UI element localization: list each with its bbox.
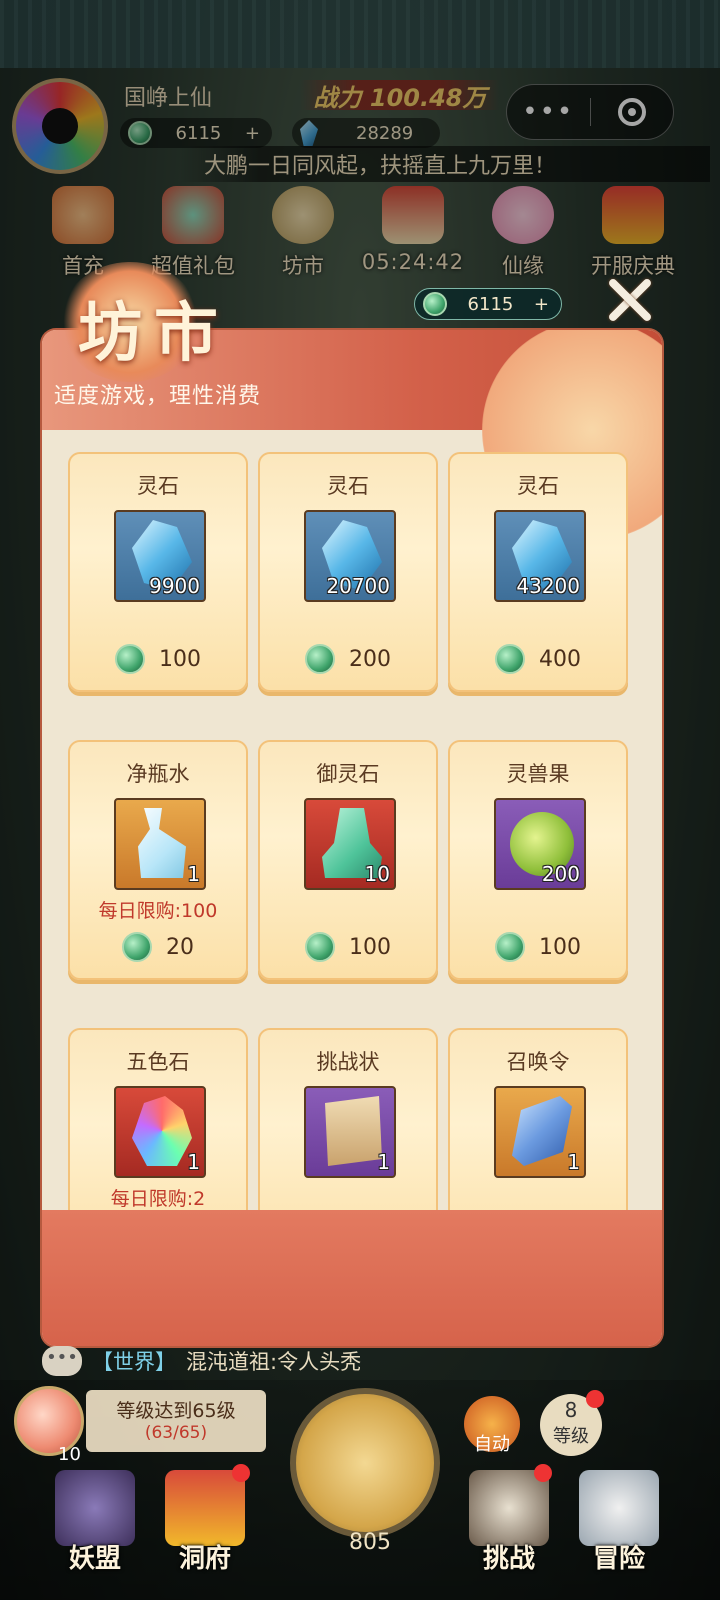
close-dialog-button[interactable] bbox=[600, 270, 658, 328]
item-slot: 1 bbox=[114, 798, 206, 890]
item-slot: 10 bbox=[304, 798, 396, 890]
add-coins-button[interactable]: + bbox=[534, 294, 549, 315]
item-name: 挑战状 bbox=[316, 1050, 380, 1074]
dialog-footer bbox=[42, 1210, 662, 1346]
item-grid[interactable]: 灵石 9900 100 灵石 20700 200 灵石 43200 400 净瓶… bbox=[68, 452, 632, 1210]
item-name: 净瓶水 bbox=[126, 762, 190, 786]
chat-bubble-icon[interactable]: ••• bbox=[42, 1346, 82, 1376]
item-quantity: 9900 bbox=[149, 574, 200, 598]
item-quantity: 20700 bbox=[326, 574, 390, 598]
item-name: 灵兽果 bbox=[506, 762, 570, 786]
quest-tracker[interactable]: 等级达到65级 (63/65) bbox=[86, 1390, 266, 1452]
auto-label: 自动 bbox=[474, 1434, 510, 1455]
consumption-notice: 适度游戏，理性消费 bbox=[54, 384, 262, 409]
shop-item-card[interactable]: 灵石 9900 100 bbox=[68, 452, 248, 692]
market-dialog: 适度游戏，理性消费 灵石 9900 100 灵石 20700 200 灵石 43… bbox=[42, 330, 662, 1346]
notification-dot bbox=[534, 1464, 552, 1482]
quest-title: 等级达到65级 bbox=[116, 1400, 236, 1422]
jade-coin-icon bbox=[122, 932, 152, 962]
notification-dot bbox=[586, 1390, 604, 1408]
summon-token-icon bbox=[512, 1096, 572, 1166]
jade-coin-icon bbox=[423, 292, 447, 316]
buy-price[interactable]: 400 bbox=[450, 644, 626, 674]
shop-item-card[interactable]: 灵兽果 200 100 bbox=[448, 740, 628, 980]
item-slot: 1 bbox=[494, 1086, 586, 1178]
chat-channel: 【世界】 bbox=[92, 1350, 176, 1374]
challenge-scroll-icon bbox=[325, 1096, 382, 1166]
nav-alliance[interactable]: 妖盟 bbox=[40, 1470, 150, 1590]
item-slot: 43200 bbox=[494, 510, 586, 602]
nav-adventure[interactable]: 冒险 bbox=[564, 1470, 674, 1590]
price-amount: 200 bbox=[349, 646, 391, 672]
item-slot: 1 bbox=[304, 1086, 396, 1178]
jade-coin-icon bbox=[115, 644, 145, 674]
item-quantity: 1 bbox=[187, 1150, 200, 1174]
price-amount: 20 bbox=[166, 934, 194, 960]
item-quantity: 1 bbox=[377, 1150, 390, 1174]
shop-item-card[interactable]: 灵石 43200 400 bbox=[448, 452, 628, 692]
notification-dot bbox=[232, 1464, 250, 1482]
coin-amount: 6115 bbox=[467, 293, 514, 315]
level-label: 等级 bbox=[553, 1426, 589, 1447]
item-slot: 200 bbox=[494, 798, 586, 890]
price-amount: 100 bbox=[539, 934, 581, 960]
chat-bar[interactable]: ••• 【世界】 混沌道祖:令人头秃 bbox=[42, 1344, 662, 1378]
jade-coin-icon bbox=[305, 644, 335, 674]
shop-item-card[interactable]: 五色石 1 每日限购:2 bbox=[68, 1028, 248, 1210]
nav-label: 冒险 bbox=[592, 1544, 645, 1574]
item-name: 灵石 bbox=[137, 474, 179, 498]
buy-price[interactable]: 100 bbox=[450, 932, 626, 962]
chop-button[interactable] bbox=[290, 1388, 440, 1538]
mountain-icon bbox=[579, 1470, 659, 1546]
nav-label: 洞府 bbox=[178, 1544, 231, 1574]
item-slot: 20700 bbox=[304, 510, 396, 602]
item-slot: 9900 bbox=[114, 510, 206, 602]
nav-cave[interactable]: 洞府 bbox=[150, 1470, 260, 1590]
item-name: 召唤令 bbox=[506, 1050, 570, 1074]
item-quantity: 10 bbox=[364, 862, 390, 886]
chop-count: 805 bbox=[349, 1530, 391, 1555]
shop-item-card[interactable]: 灵石 20700 200 bbox=[258, 452, 438, 692]
shop-item-card[interactable]: 净瓶水 1 每日限购:100 20 bbox=[68, 740, 248, 980]
water-vase-icon bbox=[138, 808, 186, 878]
five-color-stone-icon bbox=[132, 1096, 192, 1166]
item-name: 五色石 bbox=[126, 1050, 190, 1074]
price-amount: 100 bbox=[349, 934, 391, 960]
buy-price[interactable]: 200 bbox=[260, 644, 436, 674]
item-quantity: 43200 bbox=[516, 574, 580, 598]
item-quantity: 1 bbox=[567, 1150, 580, 1174]
item-name: 灵石 bbox=[517, 474, 559, 498]
buy-price[interactable]: 100 bbox=[70, 644, 246, 674]
daily-limit: 每日限购:100 bbox=[98, 900, 218, 922]
item-slot: 1 bbox=[114, 1086, 206, 1178]
item-quantity: 1 bbox=[187, 862, 200, 886]
nav-challenge[interactable]: 挑战 bbox=[454, 1470, 564, 1590]
cave-dwelling-icon bbox=[165, 1470, 245, 1546]
shop-item-card[interactable]: 挑战状 1 bbox=[258, 1028, 438, 1210]
dialog-coin-balance: 6115 + bbox=[414, 288, 562, 320]
jade-coin-icon bbox=[495, 644, 525, 674]
demon-alliance-icon bbox=[55, 1470, 135, 1546]
nav-label: 妖盟 bbox=[68, 1544, 121, 1574]
quest-progress: (63/65) bbox=[144, 1423, 208, 1443]
dialog-title: 坊市 bbox=[78, 296, 230, 371]
price-amount: 400 bbox=[539, 646, 581, 672]
item-name: 御灵石 bbox=[316, 762, 380, 786]
buy-price[interactable]: 100 bbox=[260, 932, 436, 962]
daily-limit: 每日限购:2 bbox=[110, 1188, 206, 1210]
peach-count: 10 bbox=[58, 1444, 81, 1465]
item-quantity: 200 bbox=[541, 862, 580, 886]
price-amount: 100 bbox=[159, 646, 201, 672]
shop-item-card[interactable]: 召唤令 1 bbox=[448, 1028, 628, 1210]
item-name: 灵石 bbox=[327, 474, 369, 498]
buy-price[interactable]: 20 bbox=[70, 932, 246, 962]
jade-coin-icon bbox=[305, 932, 335, 962]
challenge-icon bbox=[469, 1470, 549, 1546]
chat-message: 混沌道祖:令人头秃 bbox=[186, 1350, 362, 1374]
jade-coin-icon bbox=[495, 932, 525, 962]
shop-item-card[interactable]: 御灵石 10 100 bbox=[258, 740, 438, 980]
nav-label: 挑战 bbox=[482, 1544, 535, 1574]
